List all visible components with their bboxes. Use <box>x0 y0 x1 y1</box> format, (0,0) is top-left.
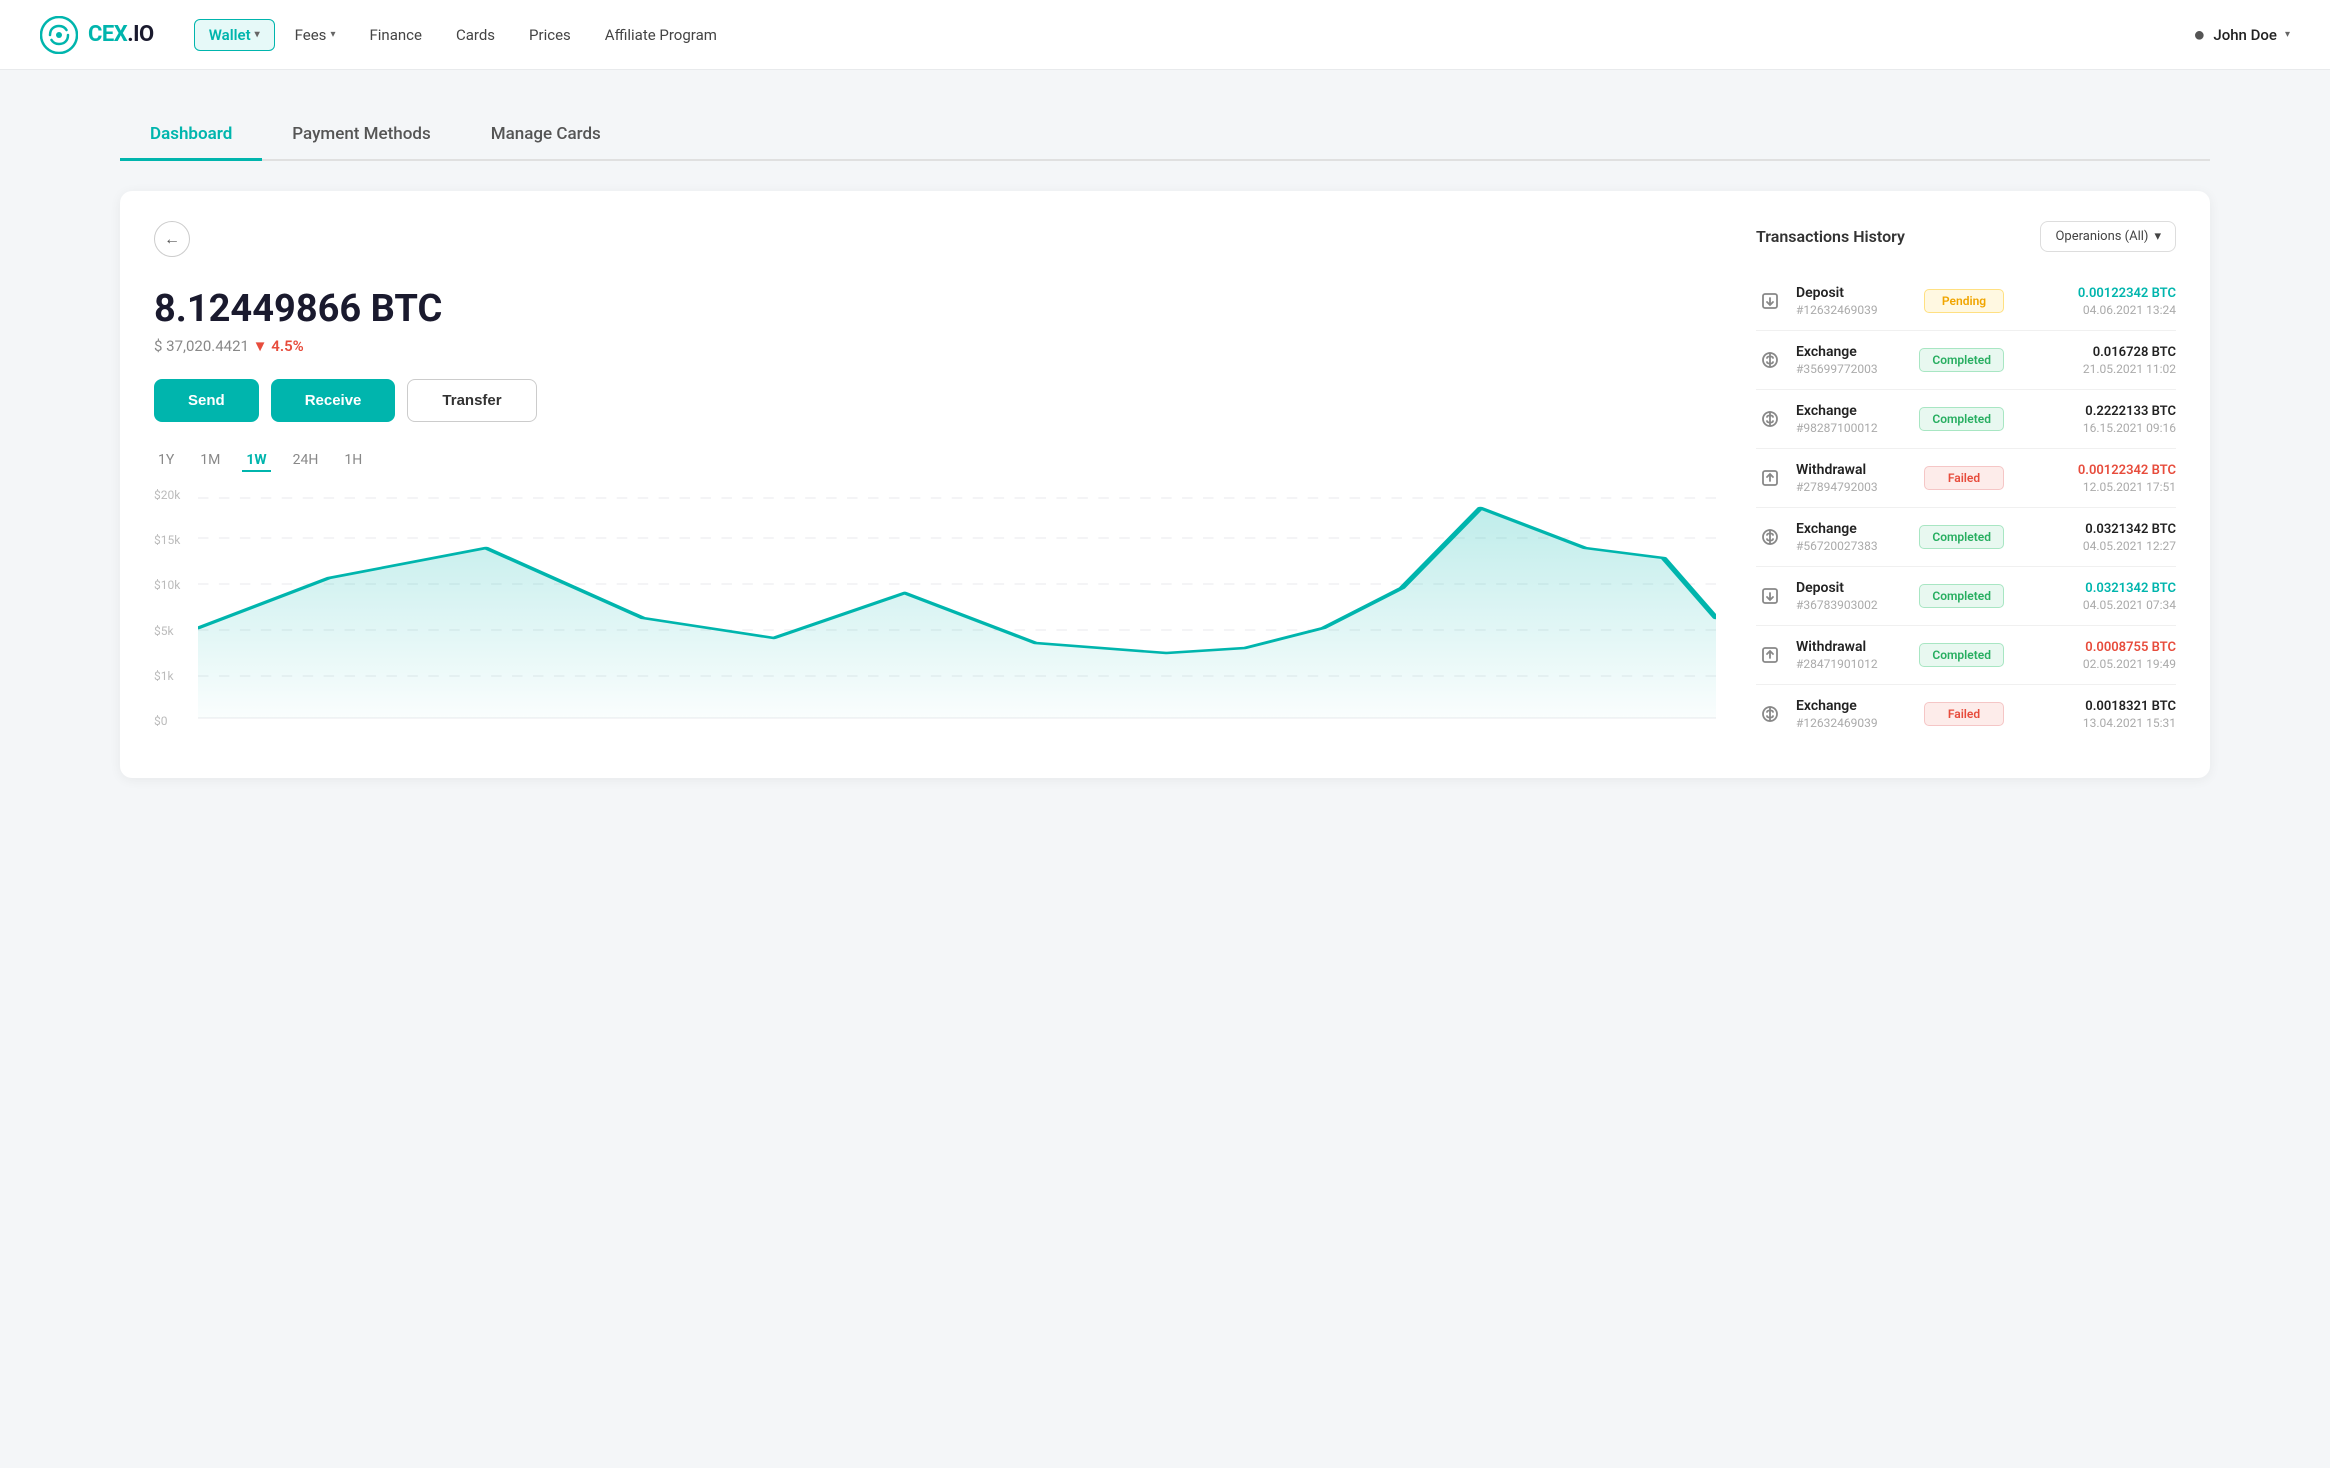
withdrawal-icon <box>1756 464 1784 492</box>
back-button[interactable]: ← <box>154 221 190 257</box>
receive-button[interactable]: Receive <box>271 379 396 422</box>
chart-area: $20k $15k $10k $5k $1k $0 <box>154 488 1716 748</box>
user-name: John Doe <box>2213 26 2277 44</box>
tab-dashboard[interactable]: Dashboard <box>120 110 262 161</box>
status-badge: Completed <box>1919 525 2004 549</box>
balance-amount: 8.12449866 BTC <box>154 287 1716 331</box>
send-button[interactable]: Send <box>154 379 259 422</box>
nav-item-affiliate[interactable]: Affiliate Program <box>591 20 731 50</box>
table-row: Withdrawal #27894792003 Failed 0.0012234… <box>1756 449 2176 508</box>
exchange-icon <box>1756 700 1784 728</box>
main-content: ← 8.12449866 BTC $ 37,020.4421 ▼ 4.5% Se… <box>0 161 2330 818</box>
status-badge: Completed <box>1919 407 2004 431</box>
transaction-info: Deposit #12632469039 <box>1796 285 1912 317</box>
tabs-container: Dashboard Payment Methods Manage Cards <box>0 70 2330 161</box>
nav-item-fees[interactable]: Fees ▾ <box>281 20 350 50</box>
transaction-amount: 0.0018321 BTC 13.04.2021 15:31 <box>2016 699 2176 730</box>
table-row: Exchange #98287100012 Completed 0.222213… <box>1756 390 2176 449</box>
logo-text: CEX.IO <box>88 22 154 47</box>
status-badge: Completed <box>1919 643 2004 667</box>
tab-manage-cards[interactable]: Manage Cards <box>461 110 631 161</box>
transactions-filter[interactable]: Operanions (All) ▾ <box>2040 221 2176 252</box>
time-filters: 1Y 1M 1W 24H 1H <box>154 450 1716 472</box>
transaction-info: Withdrawal #28471901012 <box>1796 639 1907 671</box>
right-panel: Transactions History Operanions (All) ▾ <box>1756 221 2176 748</box>
nav-item-cards[interactable]: Cards <box>442 20 509 50</box>
chart-svg-wrap <box>198 488 1716 728</box>
status-badge: Completed <box>1919 348 2004 372</box>
action-buttons: Send Receive Transfer <box>154 379 1716 422</box>
transaction-info: Exchange #56720027383 <box>1796 521 1907 553</box>
filter-1w[interactable]: 1W <box>242 450 270 472</box>
exchange-icon <box>1756 405 1784 433</box>
transaction-info: Withdrawal #27894792003 <box>1796 462 1912 494</box>
deposit-icon <box>1756 582 1784 610</box>
transaction-amount: 0.0321342 BTC 04.05.2021 12:27 <box>2016 522 2176 553</box>
filter-1h[interactable]: 1H <box>340 450 366 472</box>
table-row: Exchange #56720027383 Completed 0.032134… <box>1756 508 2176 567</box>
transaction-info: Exchange #35699772003 <box>1796 344 1907 376</box>
transfer-button[interactable]: Transfer <box>407 379 536 422</box>
status-badge: Completed <box>1919 584 2004 608</box>
tab-payment-methods[interactable]: Payment Methods <box>262 110 460 161</box>
nav-item-wallet[interactable]: Wallet ▾ <box>194 19 275 51</box>
chevron-down-icon: ▾ <box>330 29 335 40</box>
user-icon: ● <box>2193 22 2205 47</box>
navbar: CEX.IO Wallet ▾ Fees ▾ Finance Cards Pri… <box>0 0 2330 70</box>
transaction-amount: 0.0008755 BTC 02.05.2021 19:49 <box>2016 640 2176 671</box>
chevron-down-icon: ▾ <box>255 29 260 40</box>
transactions-list: Deposit #12632469039 Pending 0.00122342 … <box>1756 272 2176 743</box>
filter-1m[interactable]: 1M <box>196 450 224 472</box>
transactions-title: Transactions History <box>1756 227 1905 246</box>
transaction-info: Deposit #36783903002 <box>1796 580 1907 612</box>
price-change: ▼ 4.5% <box>253 337 304 355</box>
exchange-icon <box>1756 523 1784 551</box>
content-card: ← 8.12449866 BTC $ 37,020.4421 ▼ 4.5% Se… <box>120 191 2210 778</box>
nav-items: Wallet ▾ Fees ▾ Finance Cards Prices Aff… <box>194 19 2194 51</box>
status-badge: Failed <box>1924 702 2004 726</box>
table-row: Deposit #36783903002 Completed 0.0321342… <box>1756 567 2176 626</box>
transactions-header: Transactions History Operanions (All) ▾ <box>1756 221 2176 252</box>
chart-y-labels: $20k $15k $10k $5k $1k $0 <box>154 488 180 728</box>
user-menu[interactable]: ● John Doe ▾ <box>2193 22 2290 47</box>
nav-item-finance[interactable]: Finance <box>355 20 435 50</box>
transaction-info: Exchange #98287100012 <box>1796 403 1907 435</box>
deposit-icon <box>1756 287 1784 315</box>
tabs: Dashboard Payment Methods Manage Cards <box>120 110 2210 161</box>
table-row: Exchange #12632469039 Failed 0.0018321 B… <box>1756 685 2176 743</box>
nav-item-prices[interactable]: Prices <box>515 20 585 50</box>
table-row: Exchange #35699772003 Completed 0.016728… <box>1756 331 2176 390</box>
table-row: Withdrawal #28471901012 Completed 0.0008… <box>1756 626 2176 685</box>
logo[interactable]: CEX.IO <box>40 16 154 54</box>
transaction-amount: 0.00122342 BTC 12.05.2021 17:51 <box>2016 463 2176 494</box>
withdrawal-icon <box>1756 641 1784 669</box>
status-badge: Pending <box>1924 289 2004 313</box>
table-row: Deposit #12632469039 Pending 0.00122342 … <box>1756 272 2176 331</box>
status-badge: Failed <box>1924 466 2004 490</box>
chevron-down-icon: ▾ <box>2154 229 2161 244</box>
transaction-amount: 0.00122342 BTC 04.06.2021 13:24 <box>2016 286 2176 317</box>
balance-usd: $ 37,020.4421 ▼ 4.5% <box>154 337 1716 355</box>
transaction-amount: 0.016728 BTC 21.05.2021 11:02 <box>2016 345 2176 376</box>
left-panel: ← 8.12449866 BTC $ 37,020.4421 ▼ 4.5% Se… <box>154 221 1716 748</box>
filter-24h[interactable]: 24H <box>289 450 323 472</box>
transaction-amount: 0.0321342 BTC 04.05.2021 07:34 <box>2016 581 2176 612</box>
exchange-icon <box>1756 346 1784 374</box>
chevron-down-icon: ▾ <box>2285 29 2290 40</box>
transaction-amount: 0.2222133 BTC 16.15.2021 09:16 <box>2016 404 2176 435</box>
transaction-info: Exchange #12632469039 <box>1796 698 1912 730</box>
filter-1y[interactable]: 1Y <box>154 450 178 472</box>
